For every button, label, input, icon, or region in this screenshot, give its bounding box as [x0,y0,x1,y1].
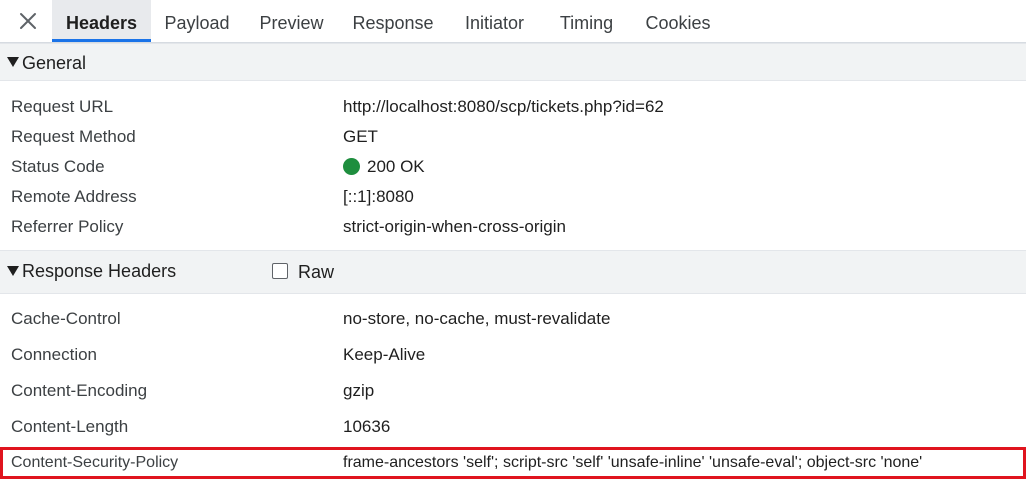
highlight-box [0,447,1026,479]
tab-headers[interactable]: Headers [52,0,151,42]
tab-timing[interactable]: Timing [543,0,630,42]
header-key: Status Code [11,157,105,176]
header-value: Keep-Alive [343,345,426,364]
close-icon [20,13,36,29]
response-headers-section-header[interactable]: Response Headers Raw [0,250,1026,294]
tab-cookies[interactable]: Cookies [630,0,726,42]
header-key: Content-Length [11,417,129,436]
raw-checkbox-label[interactable]: Raw [298,251,334,293]
close-button[interactable] [16,9,40,33]
general-section-title[interactable]: General [22,44,86,82]
tab-initiator[interactable]: Initiator [446,0,543,42]
header-key: Referrer Policy [11,217,124,236]
response-header-row-content-encoding: Content-Encoding gzip [0,376,1026,406]
tab-response[interactable]: Response [340,0,446,42]
header-value: GET [343,127,378,146]
header-value: 200 OK [343,152,425,182]
status-ok-icon [343,158,360,175]
response-headers-section-title[interactable]: Response Headers [22,251,176,291]
collapse-triangle-icon[interactable] [7,266,19,276]
header-value: 10636 [343,417,391,436]
raw-checkbox[interactable] [272,263,288,279]
general-row-request-method: Request Method GET [0,122,1026,152]
general-row-status-code: Status Code 200 OK [0,152,1026,182]
header-value: gzip [343,381,375,400]
general-section-header[interactable]: General [0,43,1026,81]
header-key: Request URL [11,97,114,116]
collapse-triangle-icon[interactable] [7,57,19,67]
header-value: no-store, no-cache, must-revalidate [343,309,611,328]
header-value: [::1]:8080 [343,187,414,206]
response-header-row-connection: Connection Keep-Alive [0,340,1026,370]
header-key: Request Method [11,127,136,146]
general-row-referrer-policy: Referrer Policy strict-origin-when-cross… [0,212,1026,242]
response-header-row-content-length: Content-Length 10636 [0,412,1026,442]
general-row-remote-address: Remote Address [::1]:8080 [0,182,1026,212]
tab-payload[interactable]: Payload [151,0,243,42]
header-value: strict-origin-when-cross-origin [343,217,566,236]
header-key: Content-Encoding [11,381,148,400]
response-header-row-cache-control: Cache-Control no-store, no-cache, must-r… [0,304,1026,334]
header-key: Remote Address [11,187,137,206]
header-value: http://localhost:8080/scp/tickets.php?id… [343,97,664,116]
devtools-tab-bar: Headers Payload Preview Response Initiat… [0,0,1026,43]
general-row-request-url: Request URL http://localhost:8080/scp/ti… [0,92,1026,122]
tab-preview[interactable]: Preview [243,0,340,42]
status-code-text: 200 OK [367,157,425,176]
header-key: Cache-Control [11,309,121,328]
header-key: Connection [11,345,98,364]
